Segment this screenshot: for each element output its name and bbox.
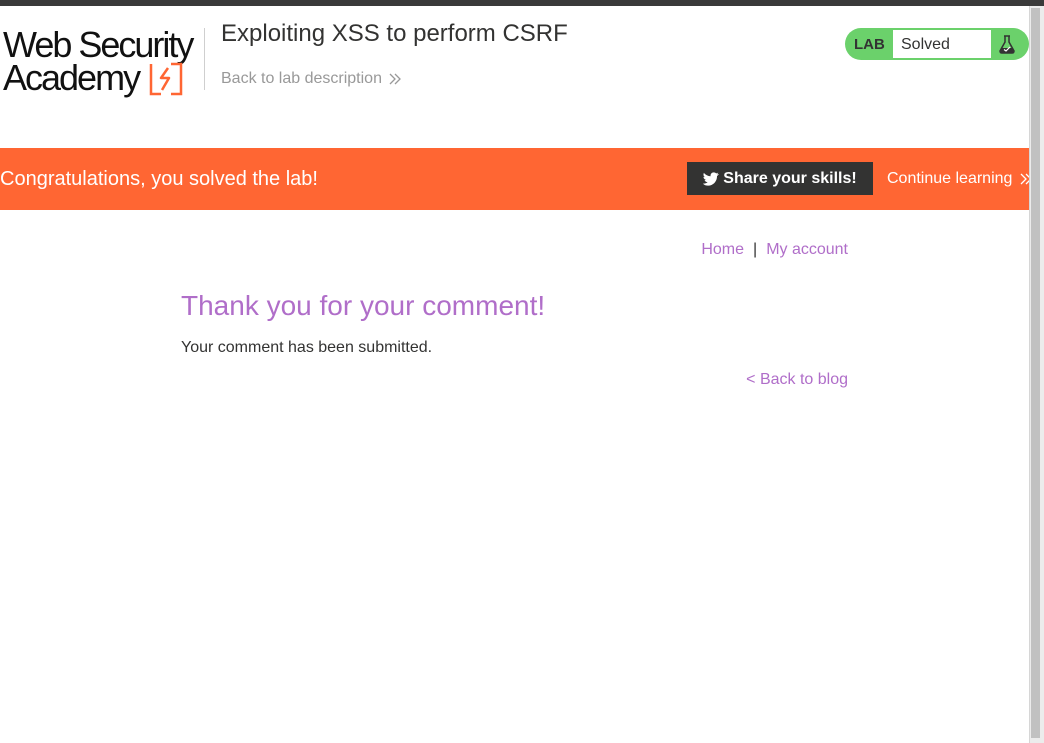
back-to-lab-description-link[interactable]: Back to lab description bbox=[221, 70, 402, 88]
share-your-skills-button[interactable]: Share your skills! bbox=[687, 162, 873, 195]
flask-icon bbox=[999, 35, 1015, 54]
vertical-scrollbar[interactable] bbox=[1029, 6, 1044, 743]
lightning-bolt-logo-icon bbox=[149, 62, 183, 96]
browser-top-edge bbox=[0, 0, 1044, 6]
share-your-skills-label: Share your skills! bbox=[723, 170, 857, 187]
congratulations-message: Congratulations, you solved the lab! bbox=[0, 168, 318, 190]
twitter-icon bbox=[703, 172, 719, 186]
web-security-academy-logo[interactable]: Web Security Academy bbox=[3, 27, 203, 100]
lab-status-widget: LAB Solved bbox=[845, 28, 1029, 60]
lab-title: Exploiting XSS to perform CSRF bbox=[221, 20, 568, 47]
nav-separator: | bbox=[753, 241, 758, 258]
comment-submitted-message: Your comment has been submitted. bbox=[181, 339, 433, 356]
page-title: Thank you for your comment! bbox=[181, 290, 546, 321]
lab-status-text: Solved bbox=[893, 30, 991, 58]
double-chevron-right-icon bbox=[389, 73, 402, 85]
header-divider bbox=[204, 28, 205, 90]
back-to-lab-description-label: Back to lab description bbox=[221, 70, 382, 87]
back-to-blog-link[interactable]: < Back to blog bbox=[746, 371, 848, 389]
logo-text-line2: Academy bbox=[3, 57, 141, 98]
lab-status-tag: LAB bbox=[854, 36, 885, 53]
continue-learning-link[interactable]: Continue learning bbox=[887, 148, 1033, 210]
congratulations-banner: Congratulations, you solved the lab! Sha… bbox=[0, 148, 1032, 210]
scrollbar-thumb[interactable] bbox=[1031, 8, 1040, 738]
continue-learning-label: Continue learning bbox=[887, 170, 1013, 187]
top-navigation: Home | My account bbox=[701, 241, 848, 259]
nav-home-link[interactable]: Home bbox=[701, 241, 744, 258]
nav-my-account-link[interactable]: My account bbox=[766, 241, 848, 258]
